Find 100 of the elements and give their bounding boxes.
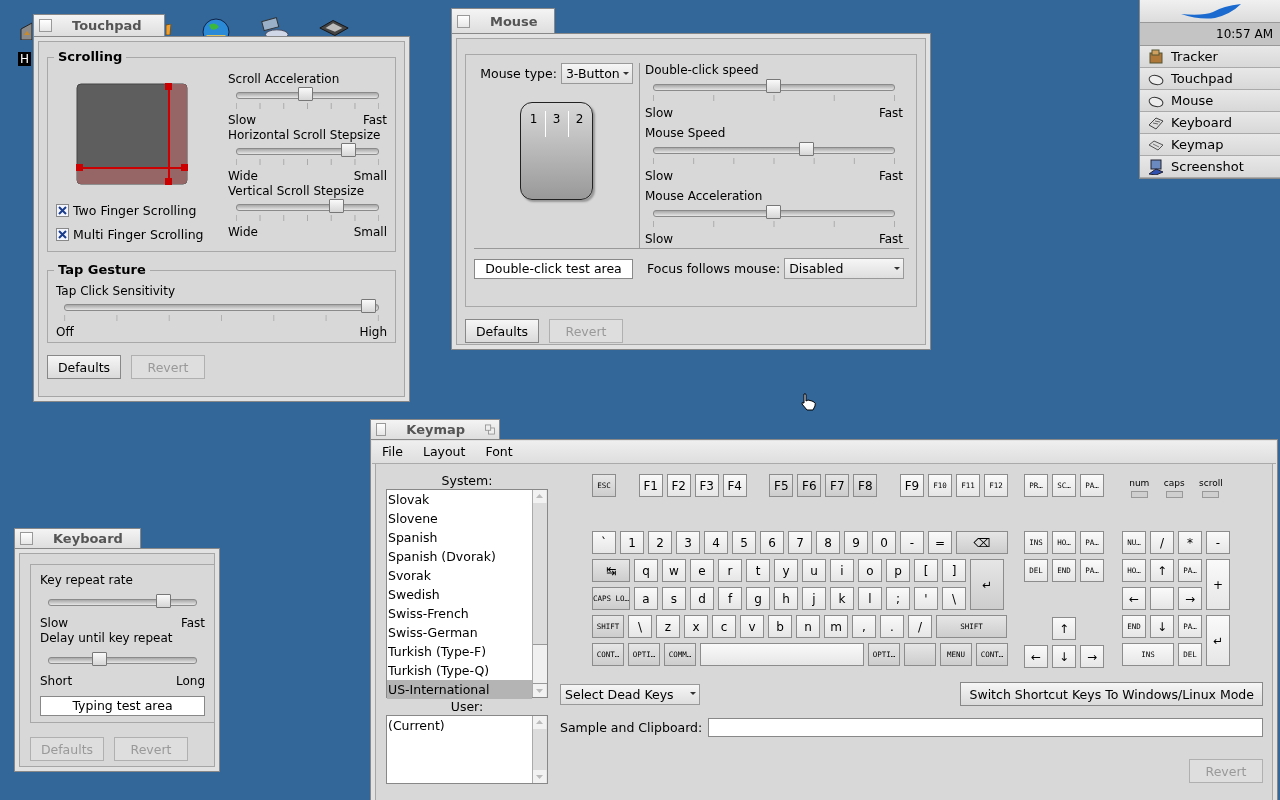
keycap[interactable]: ↓ <box>1052 645 1076 668</box>
scrollbar-thumb[interactable] <box>533 644 547 684</box>
keycap[interactable]: * <box>1178 531 1202 554</box>
zoom-button[interactable] <box>485 423 495 436</box>
list-item[interactable]: (Current) <box>387 716 532 735</box>
clock[interactable]: 10:57 AM <box>1140 22 1280 46</box>
keycap[interactable]: g <box>746 587 770 610</box>
keycap[interactable]: u <box>802 559 826 582</box>
keycap[interactable]: ↑ <box>1150 559 1174 582</box>
keycap[interactable]: m <box>824 615 848 638</box>
keycap[interactable]: \ <box>942 587 966 610</box>
mouse-drawing[interactable]: 1 3 2 <box>520 102 593 200</box>
keycap[interactable]: s <box>662 587 686 610</box>
layout-list[interactable]: Slovak Slovene Spanish Spanish (Dvorak) Svorak Swedish Swiss-French Swiss-German Turkish (Type-F) Turkish (Type-Q) US-International <box>386 489 548 698</box>
keycap[interactable]: ' <box>914 587 938 610</box>
sample-field[interactable] <box>708 718 1263 737</box>
scroll-up-icon[interactable] <box>533 490 546 503</box>
keycap[interactable]: x <box>684 615 708 638</box>
list-item[interactable]: Spanish <box>387 528 532 547</box>
keycap[interactable]: n <box>796 615 820 638</box>
keycap[interactable]: ← <box>1122 587 1146 610</box>
keycap[interactable] <box>700 643 864 666</box>
keycap[interactable]: p <box>886 559 910 582</box>
list-item[interactable]: Slovene <box>387 509 532 528</box>
focus-dropdown[interactable]: Disabled <box>784 258 905 279</box>
keycap[interactable]: F7 <box>825 474 850 497</box>
keycap[interactable]: r <box>718 559 742 582</box>
deskbar-item[interactable]: Mouse <box>1140 90 1280 112</box>
close-button[interactable] <box>20 532 33 545</box>
keycap[interactable]: ← <box>1024 645 1048 668</box>
scroll-down-icon[interactable] <box>533 684 546 697</box>
scrollbar[interactable] <box>532 716 547 783</box>
list-item[interactable]: Turkish (Type-Q) <box>387 661 532 680</box>
switch-shortcut-button[interactable]: Switch Shortcut Keys To Windows/Linux Mode <box>960 682 1263 706</box>
keycap[interactable]: 9 <box>844 531 868 554</box>
keycap[interactable]: + <box>1206 559 1230 610</box>
keycap[interactable]: ↵ <box>970 559 1004 610</box>
keycap[interactable]: 5 <box>732 531 756 554</box>
close-button[interactable] <box>376 423 387 436</box>
keycap[interactable]: → <box>1178 587 1202 610</box>
keycap[interactable]: 2 <box>648 531 672 554</box>
keycap[interactable]: - <box>900 531 924 554</box>
mouse-type-dropdown[interactable]: 3-Button <box>560 63 633 84</box>
keycap[interactable]: ` <box>592 531 616 554</box>
keycap[interactable]: c <box>712 615 736 638</box>
drive-icon[interactable] <box>18 20 32 40</box>
keycap[interactable]: o <box>858 559 882 582</box>
keycap[interactable]: ⌫ <box>956 531 1008 554</box>
keycap[interactable]: F6 <box>797 474 822 497</box>
slider-thumb[interactable] <box>155 593 171 608</box>
keycap[interactable]: v <box>740 615 764 638</box>
keycap[interactable]: F2 <box>666 474 691 497</box>
menu-item[interactable]: Layout <box>412 441 476 463</box>
keycap[interactable]: i <box>830 559 854 582</box>
slider-thumb[interactable] <box>361 298 376 313</box>
keycap[interactable]: 4 <box>704 531 728 554</box>
keycap[interactable]: F8 <box>853 474 878 497</box>
keycap[interactable]: , <box>852 615 876 638</box>
keycap[interactable]: 7 <box>788 531 812 554</box>
test-area-field[interactable]: Typing test area <box>40 696 205 716</box>
keycap[interactable]: = <box>928 531 952 554</box>
keycap[interactable]: F3 <box>694 474 719 497</box>
checkbox-label[interactable]: Multi Finger Scrolling <box>73 226 204 242</box>
printer-icon[interactable] <box>318 18 350 38</box>
list-item[interactable]: Turkish (Type-F) <box>387 642 532 661</box>
close-button[interactable] <box>39 19 52 32</box>
keycap[interactable] <box>1150 587 1174 610</box>
test-area-field[interactable]: Double-click test area <box>474 258 633 279</box>
keycap[interactable]: q <box>634 559 658 582</box>
keycap[interactable]: 0 <box>872 531 896 554</box>
deskbar-item[interactable]: Touchpad <box>1140 68 1280 90</box>
keycap[interactable]: e <box>690 559 714 582</box>
slider-thumb[interactable] <box>297 86 313 101</box>
list-item[interactable]: Spanish (Dvorak) <box>387 547 532 566</box>
deskbar-item[interactable]: Tracker <box>1140 46 1280 68</box>
package-icon[interactable] <box>258 17 290 37</box>
keycap[interactable]: l <box>858 587 882 610</box>
keycap[interactable]: F4 <box>722 474 747 497</box>
keycap[interactable]: d <box>690 587 714 610</box>
keycap[interactable]: w <box>662 559 686 582</box>
keycap[interactable]: F5 <box>769 474 794 497</box>
window-tab[interactable]: Touchpad <box>33 14 165 36</box>
keycap[interactable]: . <box>880 615 904 638</box>
touchpad-drawing[interactable] <box>76 83 188 185</box>
keycap[interactable]: z <box>656 615 680 638</box>
menu-item[interactable]: Font <box>475 441 523 463</box>
list-item[interactable]: Svorak <box>387 566 532 585</box>
keycap[interactable]: b <box>768 615 792 638</box>
slider-thumb[interactable] <box>341 142 357 157</box>
scroll-down-icon[interactable] <box>533 770 546 783</box>
defaults-button[interactable]: Defaults <box>47 355 121 379</box>
keycap[interactable]: ↹ <box>592 559 630 582</box>
keycap[interactable]: f <box>718 587 742 610</box>
keycap[interactable]: - <box>1206 531 1230 554</box>
list-item[interactable]: Slovak <box>387 490 532 509</box>
list-item[interactable]: Swiss-French <box>387 604 532 623</box>
list-item[interactable]: Swiss-German <box>387 623 532 642</box>
defaults-button[interactable]: Defaults <box>465 319 539 343</box>
layout-list[interactable]: (Current) <box>386 715 548 784</box>
keycap[interactable]: y <box>774 559 798 582</box>
